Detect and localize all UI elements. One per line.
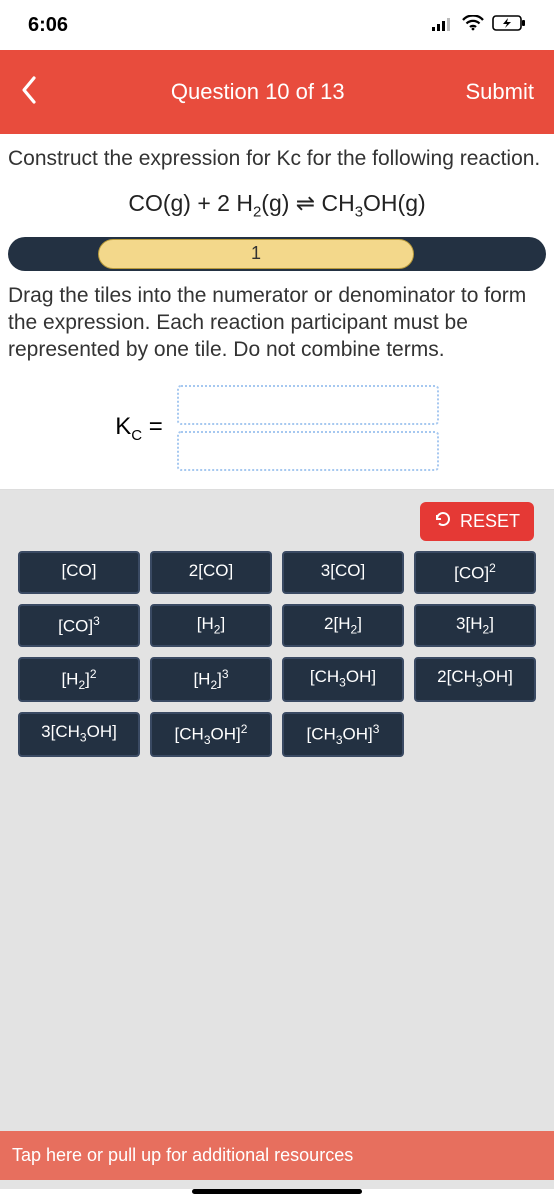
tile-4[interactable]: [CO]3 (18, 604, 140, 647)
signal-icon (432, 14, 454, 37)
reaction-equation: CO(g) + 2 H2(g) ⇌ CH3OH(g) (0, 180, 554, 237)
tile-9[interactable]: [H2]3 (150, 657, 272, 702)
tile-12[interactable]: 3[CH3OH] (18, 712, 140, 757)
instruction-primary: Construct the expression for Kc for the … (0, 134, 554, 180)
tile-1[interactable]: 2[CO] (150, 551, 272, 594)
tile-0[interactable]: [CO] (18, 551, 140, 594)
tile-11[interactable]: 2[CH3OH] (414, 657, 536, 702)
numerator-dropzone[interactable] (177, 385, 439, 425)
tile-14[interactable]: [CH3OH]3 (282, 712, 404, 757)
status-bar: 6:06 (0, 0, 554, 50)
battery-icon (492, 14, 526, 37)
wifi-icon (462, 14, 484, 37)
status-icons (432, 14, 526, 37)
kc-label: KC = (115, 413, 163, 444)
progress-track: 1 (8, 237, 546, 271)
tile-6[interactable]: 2[H2] (282, 604, 404, 647)
equilibrium-arrow-icon: ⇌ (296, 190, 315, 216)
back-button[interactable] (20, 75, 50, 110)
tile-7[interactable]: 3[H2] (414, 604, 536, 647)
reset-icon (434, 510, 452, 533)
kc-expression: KC = (0, 375, 554, 489)
tile-8[interactable]: [H2]2 (18, 657, 140, 702)
progress-label: 1 (251, 243, 261, 264)
denominator-dropzone[interactable] (177, 431, 439, 471)
tile-2[interactable]: 3[CO] (282, 551, 404, 594)
submit-button[interactable]: Submit (466, 79, 534, 105)
tile-10[interactable]: [CH3OH] (282, 657, 404, 702)
tile-panel: RESET [CO]2[CO]3[CO][CO]2[CO]3[H2]2[H2]3… (0, 489, 554, 1189)
progress-fill[interactable]: 1 (98, 239, 414, 269)
home-indicator[interactable] (192, 1189, 362, 1194)
app-header: Question 10 of 13 Submit (0, 50, 554, 134)
tile-3[interactable]: [CO]2 (414, 551, 536, 594)
question-title: Question 10 of 13 (171, 79, 345, 105)
resources-label: Tap here or pull up for additional resou… (12, 1145, 353, 1165)
reset-button[interactable]: RESET (420, 502, 534, 541)
status-time: 6:06 (28, 14, 68, 37)
reset-label: RESET (460, 511, 520, 532)
tile-grid: [CO]2[CO]3[CO][CO]2[CO]3[H2]2[H2]3[H2][H… (12, 551, 542, 756)
progress-bar: 1 (0, 237, 554, 271)
tile-5[interactable]: [H2] (150, 604, 272, 647)
instruction-secondary: Drag the tiles into the numerator or den… (0, 271, 554, 376)
resources-bar[interactable]: Tap here or pull up for additional resou… (0, 1131, 554, 1180)
tile-13[interactable]: [CH3OH]2 (150, 712, 272, 757)
